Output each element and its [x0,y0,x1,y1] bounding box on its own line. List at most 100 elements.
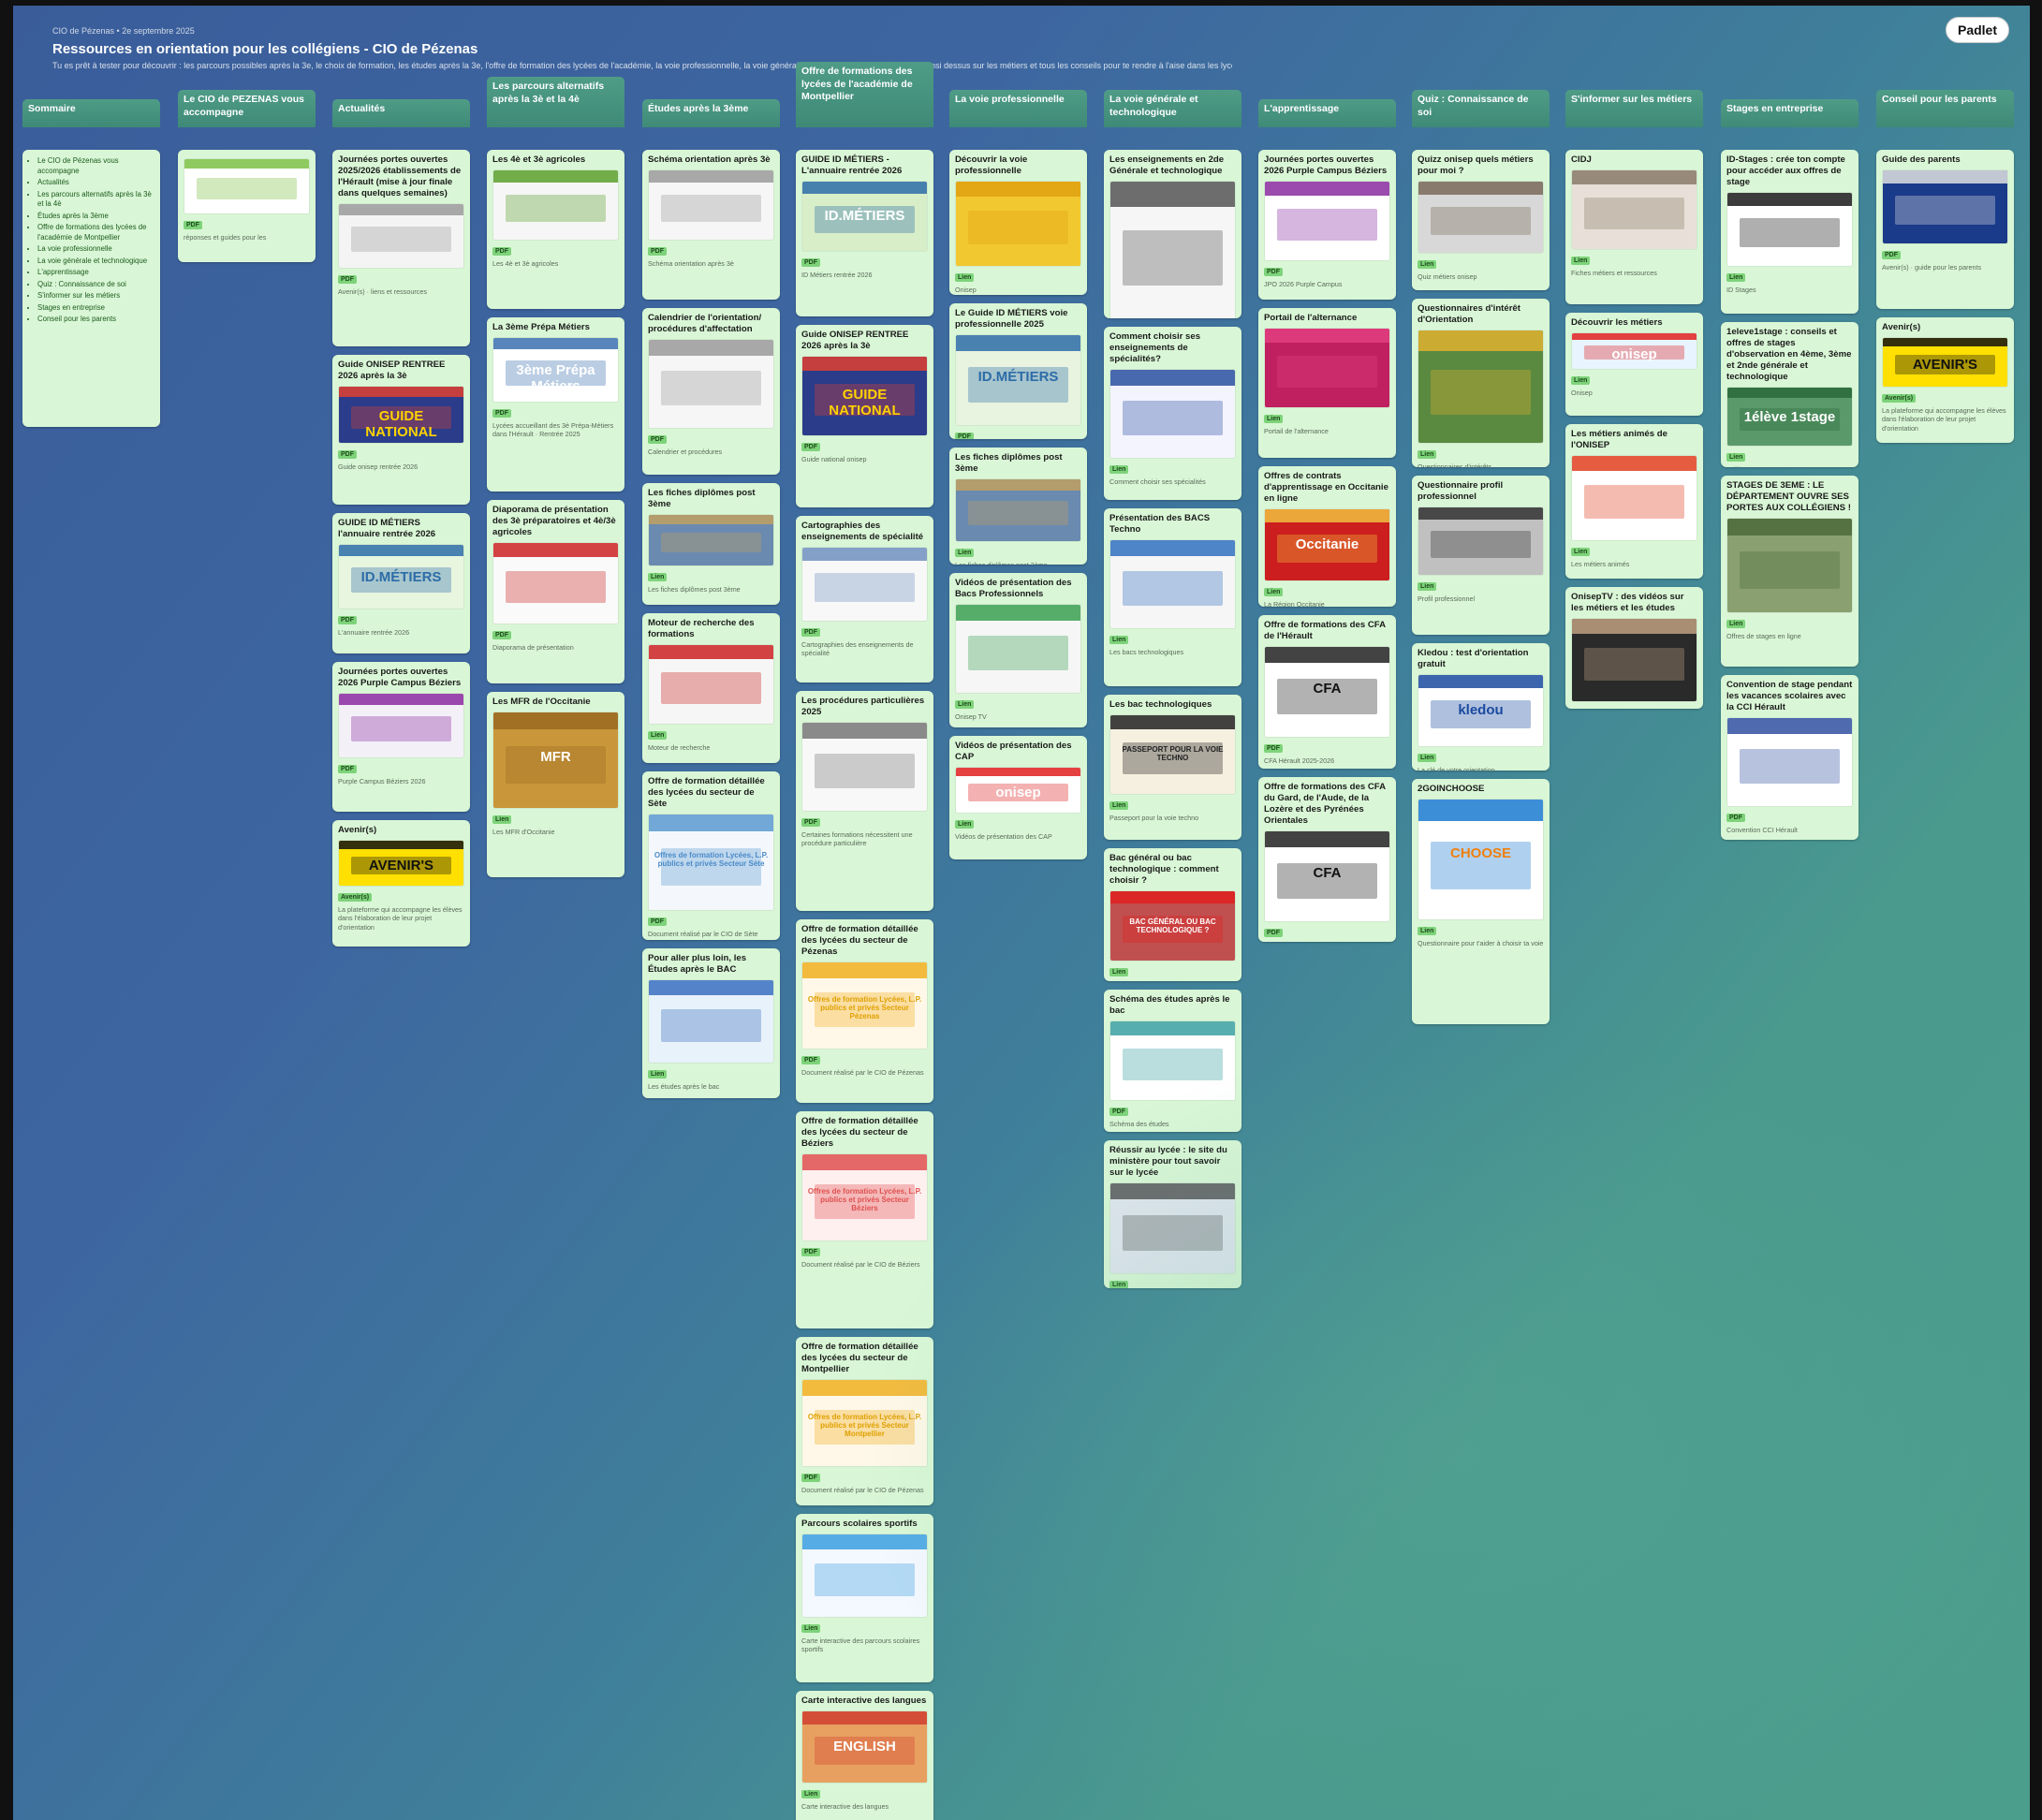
post-card[interactable]: Offre de formation détaillée des lycées … [796,919,933,1103]
summary-link[interactable]: S'informer sur les métiers [37,291,154,301]
card-thumbnail[interactable]: onisep [955,766,1081,814]
post-card[interactable]: Journées portes ouvertes 2025/2026 établ… [332,150,470,346]
post-card[interactable]: Moteur de recherche des formations Lien Mo… [642,613,780,763]
card-thumbnail[interactable]: Offres de formation Lycées, L.P. publics… [801,961,928,1049]
column-header-11[interactable]: Stages en entreprise [1721,99,1858,127]
post-card[interactable]: Les procédures particulières 2025 PDF Cert… [796,691,933,911]
card-thumbnail[interactable] [1571,454,1697,541]
summary-link[interactable]: L'apprentissage [37,268,154,278]
summary-link[interactable]: La voie professionnelle [37,244,154,255]
post-card[interactable]: Découvrir les métiers onisep Lien Onisep [1565,313,1703,416]
card-thumbnail[interactable] [648,513,774,566]
post-card[interactable]: Schéma orientation après 3è PDF Schéma ori… [642,150,780,300]
column-header-5[interactable]: Offre de formations des lycées de l'acad… [796,62,933,127]
column-header-10[interactable]: S'informer sur les métiers [1565,90,1703,127]
card-thumbnail[interactable] [1726,517,1853,613]
post-card[interactable]: Journées portes ouvertes 2026 Purple Cam… [332,662,470,812]
card-thumbnail[interactable]: AVENIR'S [338,839,464,887]
card-thumbnail[interactable]: ID.MÉTIERS [801,180,928,252]
summary-link[interactable]: Offre de formations des lycées de l'acad… [37,223,154,242]
column-header-8[interactable]: L'apprentissage [1258,99,1396,127]
summary-link[interactable]: La voie générale et technologique [37,257,154,267]
card-thumbnail[interactable]: GUIDE NATIONAL [801,355,928,436]
post-card[interactable]: Guide des parents PDF Avenir(s) · guide po… [1876,150,2014,309]
card-thumbnail[interactable] [1571,169,1697,250]
post-card[interactable]: Présentation des BACS Techno Lien Les bacs… [1104,508,1241,686]
card-thumbnail[interactable] [1418,329,1544,444]
post-card[interactable]: Quizz onisep quels métiers pour moi ? Lie… [1412,150,1550,290]
post-card[interactable]: Questionnaire profil professionnel Lien Pr… [1412,476,1550,635]
post-card[interactable]: Cartographies des enseignements de spéci… [796,516,933,682]
post-card[interactable]: Avenir(s) AVENIR'S Avenir(s) La plateforme … [1876,317,2014,443]
card-thumbnail[interactable] [1109,1182,1236,1274]
post-card[interactable]: Offre de formation détaillée des lycées … [796,1111,933,1328]
card-thumbnail[interactable]: CHOOSE [1418,798,1544,920]
card-thumbnail[interactable] [338,202,464,269]
card-thumbnail[interactable]: ENGLISH [801,1710,928,1783]
post-card[interactable]: STAGES DE 3EME : LE DÉPARTEMENT OUVRE SE… [1721,476,1858,667]
card-thumbnail[interactable] [338,692,464,758]
card-thumbnail[interactable] [1109,368,1236,459]
post-card[interactable]: Découvrir la voie professionnelle Lien Oni… [949,150,1087,295]
card-thumbnail[interactable]: MFR [492,711,619,809]
summary-link[interactable]: Le CIO de Pézenas vous accompagne [37,156,154,176]
post-card[interactable]: Les fiches diplômes post 3ème Lien Les fic… [949,448,1087,565]
card-thumbnail[interactable]: PASSEPORT POUR LA VOIE TECHNO [1109,713,1236,795]
card-thumbnail[interactable] [492,541,619,624]
post-card[interactable]: Vidéos de présentation des CAP onisep Lien… [949,736,1087,859]
post-card[interactable]: Offres de contrats d'apprentissage en Oc… [1258,466,1396,607]
summary-link[interactable]: Actualités [37,178,154,188]
card-thumbnail[interactable]: ID.MÉTIERS [338,543,464,609]
card-thumbnail[interactable] [1109,538,1236,629]
post-card[interactable]: ID-Stages : crée ton compte pour accéder… [1721,150,1858,314]
post-card[interactable]: Diaporama de présentation des 3è prépara… [487,500,624,683]
card-thumbnail[interactable] [648,338,774,429]
card-thumbnail[interactable] [1726,716,1853,807]
post-card[interactable]: GUIDE ID MÉTIERS - L'annuaire rentrée 20… [796,150,933,316]
summary-link[interactable]: Stages en entreprise [37,303,154,314]
post-card[interactable]: 1eleve1stage : conseils et offres de sta… [1721,322,1858,467]
card-thumbnail[interactable]: kledou [1418,673,1544,747]
card-thumbnail[interactable]: CFA [1264,645,1390,738]
post-card[interactable]: CIDJ Lien Fiches métiers et ressources [1565,150,1703,304]
card-thumbnail[interactable] [955,477,1081,542]
column-header-9[interactable]: Quiz : Connaissance de soi [1412,90,1550,127]
card-thumbnail[interactable]: Offres de formation Lycées, L.P. publics… [801,1378,928,1467]
column-header-0[interactable]: Sommaire [22,99,160,127]
post-card[interactable]: Guide ONISEP RENTREE 2026 après la 3è GUI… [332,355,470,505]
card-thumbnail[interactable] [648,643,774,725]
post-card[interactable]: 2GOINCHOOSE CHOOSE Lien Questionnaire pour … [1412,779,1550,1024]
post-card[interactable]: Les MFR de l'Occitanie MFR Lien Les MFR d'O… [487,692,624,877]
post-card[interactable]: Offre de formation détaillée des lycées … [642,771,780,940]
card-thumbnail[interactable]: ID.MÉTIERS [955,333,1081,426]
post-card[interactable]: Guide ONISEP RENTREE 2026 après la 3è GUI… [796,325,933,507]
card-thumbnail[interactable] [1882,169,2008,244]
summary-link[interactable]: Quiz : Connaissance de soi [37,280,154,290]
post-card[interactable]: Kledou : test d'orientation gratuit kledo… [1412,643,1550,771]
card-thumbnail[interactable]: 1élève 1stage [1726,386,1853,447]
summary-card[interactable]: Le CIO de Pézenas vous accompagne Actuali… [22,150,160,427]
column-header-4[interactable]: Études après la 3ème [642,99,780,127]
card-thumbnail[interactable]: CFA [1264,829,1390,922]
post-card[interactable]: Questionnaires d'intérêt d'Orientation Li… [1412,299,1550,467]
post-card[interactable]: GUIDE ID MÉTIERS l'annuaire rentrée 2026… [332,513,470,653]
card-thumbnail[interactable]: GUIDE NATIONAL [338,385,464,444]
post-card[interactable]: Schéma des études après le bac PDF Schéma … [1104,990,1241,1132]
card-thumbnail[interactable] [1264,180,1390,261]
card-thumbnail[interactable] [801,721,928,812]
post-card[interactable]: Les bac technologiques PASSEPORT POUR LA … [1104,695,1241,840]
post-card[interactable]: Avenir(s) AVENIR'S Avenir(s) La plateforme … [332,820,470,947]
summary-link[interactable]: Études après la 3ème [37,212,154,222]
card-thumbnail[interactable] [801,546,928,622]
post-card[interactable]: Comment choisir ses enseignements de spé… [1104,327,1241,500]
card-thumbnail[interactable]: BAC GÉNÉRAL OU BAC TECHNOLOGIQUE ? [1109,889,1236,961]
card-thumbnail[interactable] [1109,180,1236,318]
card-thumbnail[interactable] [1264,327,1390,408]
post-card[interactable]: PDF réponses et guides pour les [178,150,316,262]
card-thumbnail[interactable]: Occitanie [1264,507,1390,581]
post-card[interactable]: Les métiers animés de l'ONISEP Lien Les mé… [1565,424,1703,579]
post-card[interactable]: Calendrier de l'orientation/ procédures … [642,308,780,475]
card-thumbnail[interactable]: AVENIR'S [1882,336,2008,388]
post-card[interactable]: Offre de formations des CFA de l'Hérault… [1258,615,1396,769]
column-header-3[interactable]: Les parcours alternatifs après la 3è et … [487,77,624,127]
